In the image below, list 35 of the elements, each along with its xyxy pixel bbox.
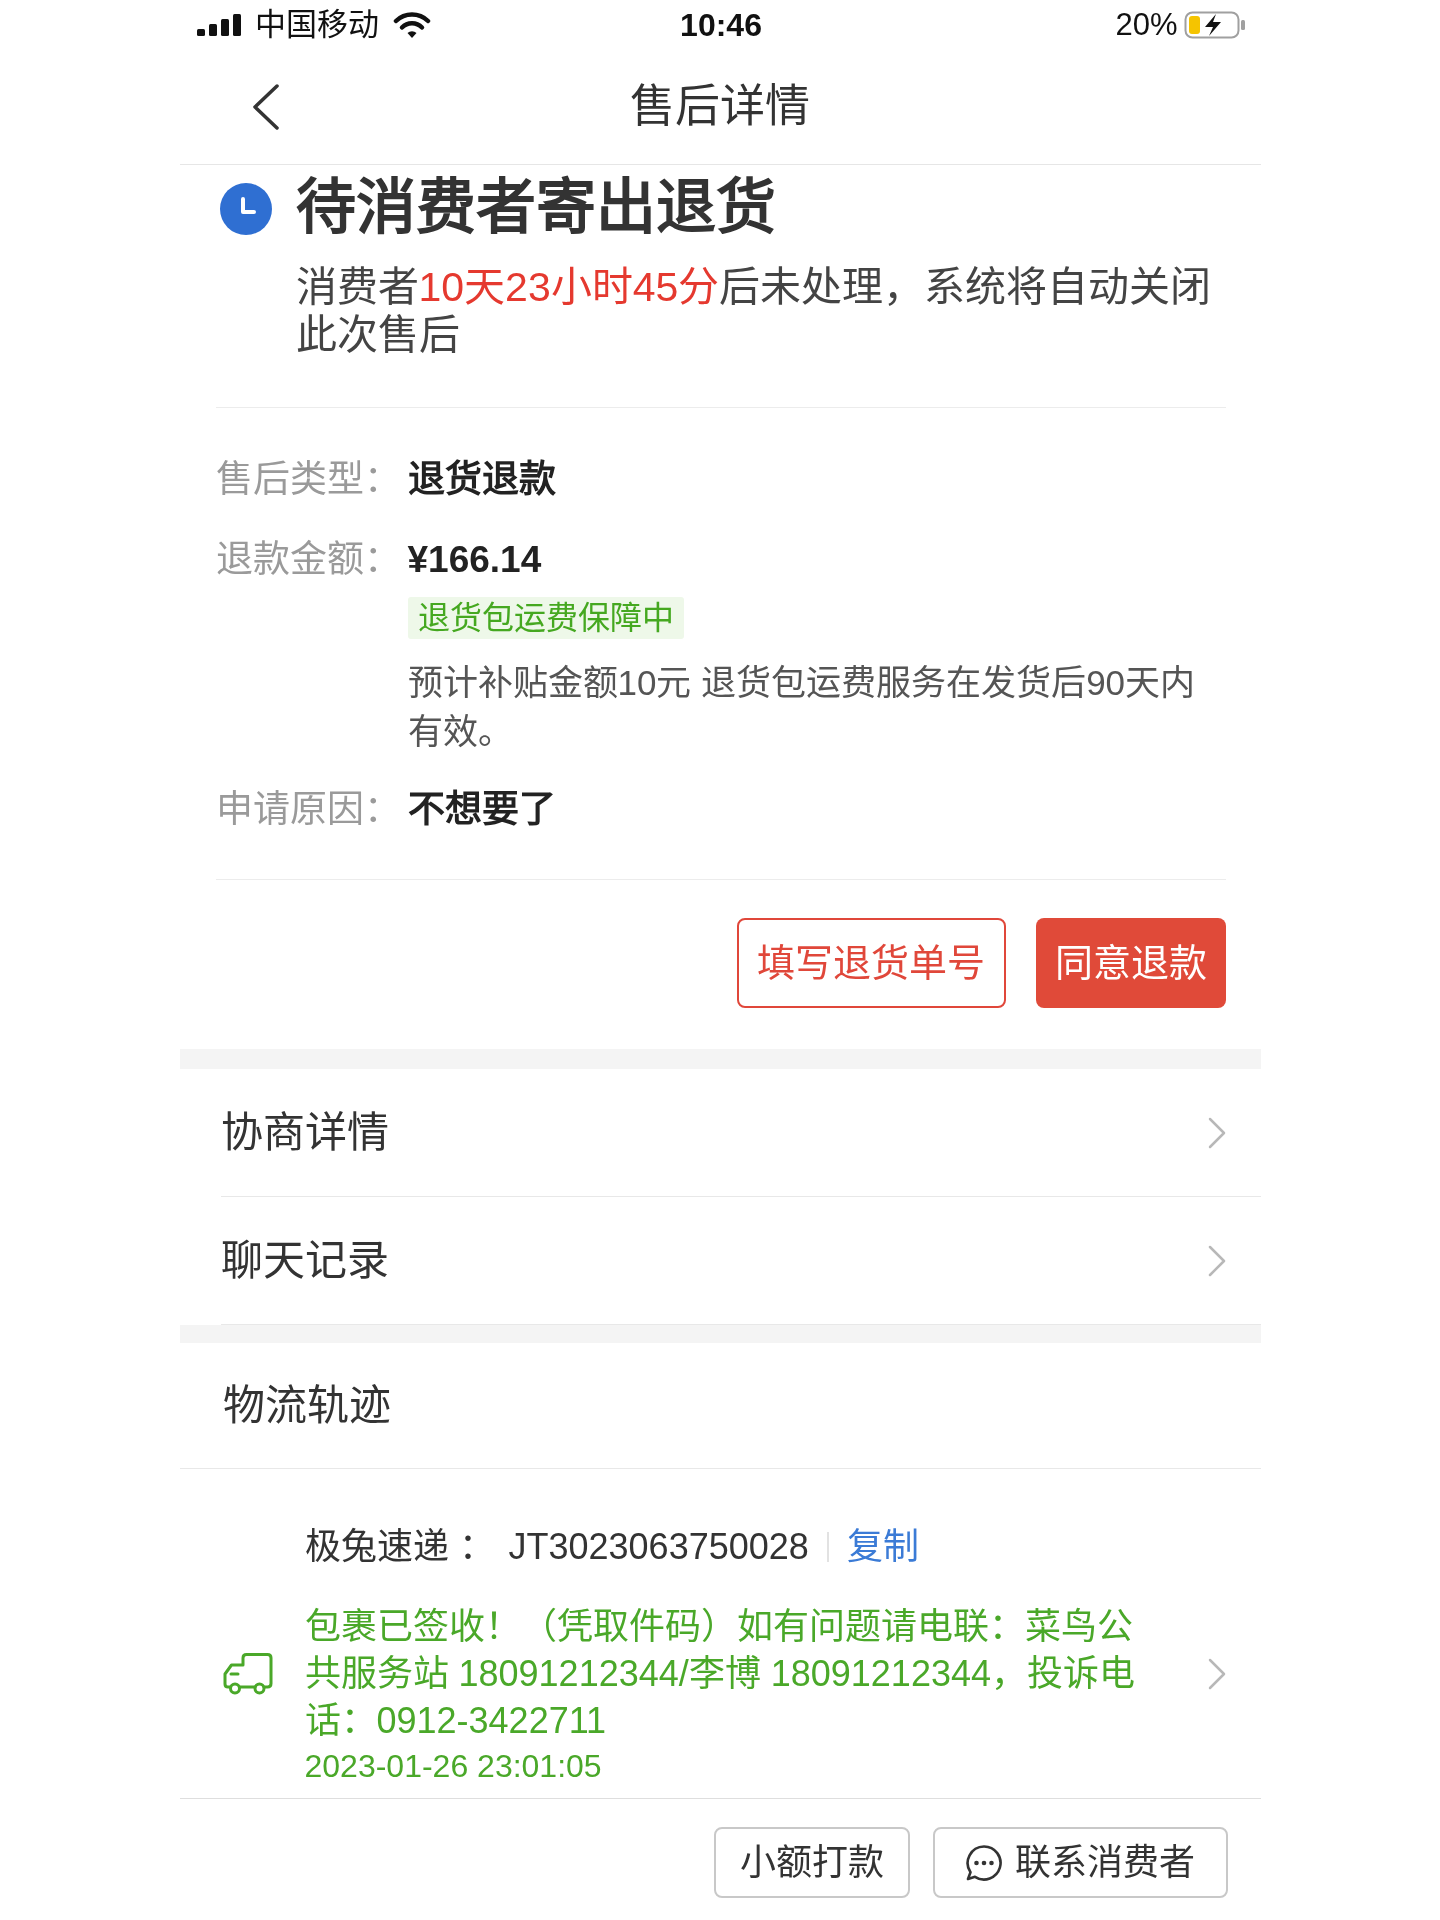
insurance-note: 预计补贴金额10元 退货包运费服务在发货后90天内有效。 [407,662,1197,753]
section-title: 物流轨迹 [179,1343,1261,1469]
fill-return-number-button[interactable]: 填写退货单号 [736,918,1006,1008]
field-label: 售后类型： [215,458,402,502]
field-label: 申请原因： [215,788,402,832]
page-title: 售后详情 [630,80,810,134]
chevron-right-icon [1207,1116,1226,1149]
clock-time: 10:46 [680,6,762,45]
carrier-name: 中国移动 [254,6,379,44]
back-icon[interactable] [251,84,280,130]
battery-icon [1183,11,1246,39]
clock-icon [219,183,272,235]
field-value: ¥166.14 [407,538,543,582]
field-label: 退款金额： [215,538,402,582]
copy-link[interactable]: 复制 [846,1522,919,1572]
field-value: 不想要了 [407,788,557,832]
tracking-time: 2023-01-26 23:01:05 [304,1747,602,1786]
status-message: 消费者10天23小时45分后未处理，系统将自动关闭此次售后 [295,263,1213,359]
agree-refund-button[interactable]: 同意退款 [1035,918,1226,1008]
courier-name: 极兔速递 ： [304,1525,495,1569]
battery-percent: 20% [1115,6,1178,44]
contact-buyer-button[interactable]: 联系消费者 [932,1827,1228,1898]
chevron-right-icon [1207,1244,1226,1277]
insurance-tag: 退货包运费保障中 [407,597,684,639]
field-value: 退货退款 [407,458,557,502]
small-payment-button[interactable]: 小额打款 [713,1827,910,1898]
status-title: 待消费者寄出退货 [295,173,777,243]
menu-item[interactable]: 协商详情 [220,1069,1261,1197]
wifi-icon [392,11,431,39]
chat-bubble-icon [965,1843,1003,1882]
truck-icon [222,1651,273,1696]
tracking-update: 包裹已签收！（凭取件码）如有问题请电联：菜鸟公共服务站 18091212344/李博 18091212344，投诉电话：0912-3422711 [304,1605,1136,1743]
chevron-right-icon [1207,1657,1226,1690]
signal-icon [196,14,241,36]
tracking-number: JT3023063750028 [508,1525,809,1569]
